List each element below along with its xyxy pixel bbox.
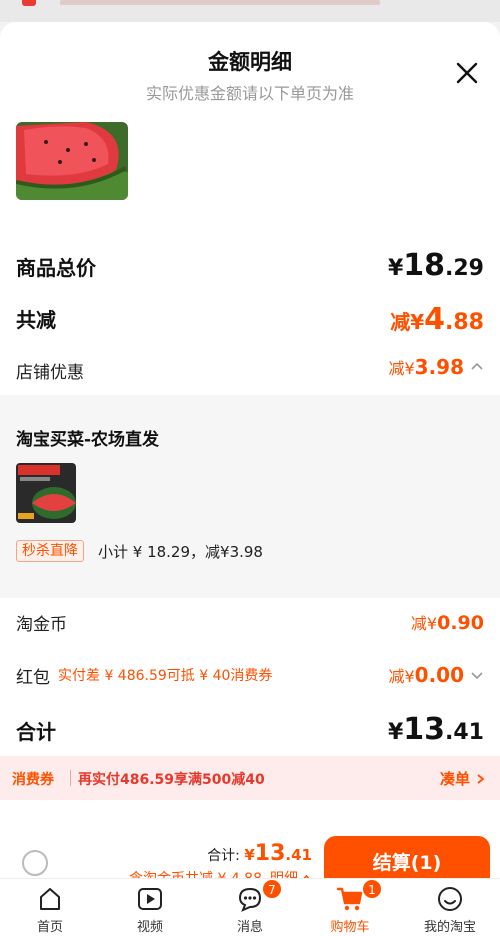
status-text-blur [60,0,380,5]
amount-decimal: .41 [445,720,484,745]
reduction-prefix: 减¥ [390,310,425,334]
profile-icon [438,887,462,911]
amount-integer: 3 [414,355,429,379]
currency-symbol: ¥ [387,720,404,745]
checkout-total-amount: ¥13.41 [244,841,312,866]
voucher-text: 再实付486.59享满500减40 [78,772,265,788]
total-reduction-label: 共减 [16,308,56,332]
currency-symbol: ¥ [387,256,404,281]
tab-home-label: 首页 [36,920,63,935]
voucher-divider [70,770,71,786]
tab-messages[interactable]: 7 消息 [200,879,300,936]
tab-my-taobao[interactable]: 我的淘宝 [400,879,500,936]
amount-decimal: .90 [450,612,484,634]
checkout-bar: 合计: ¥13.41 含淘金币共减 ¥ 4.88 明细 结算(1) [0,808,500,878]
red-packet-hint: 实付差 ¥ 486.59可抵 ¥ 40消费券 [58,668,273,684]
tab-video[interactable]: 视频 [100,879,200,936]
sum-label: 合计 [16,720,56,744]
amount-decimal: .98 [428,355,464,379]
cart-badge: 1 [362,879,382,899]
voucher-label: 消费券 [12,772,54,788]
cart-icon [336,887,363,911]
detail-toggle[interactable]: 明细 [270,868,312,878]
amount-integer: 13 [403,712,446,747]
taojinbi-row: 淘金币 减¥0.90 [16,610,484,638]
amount-integer: 0 [414,663,429,687]
reduction-prefix: 减¥ [410,614,438,633]
total-reduction-value: 减¥4.88 [390,302,484,337]
tab-messages-label: 消息 [236,920,263,935]
checkout-detail-text: 含淘金币共减 ¥ 4.88 [129,868,262,878]
goods-total-label: 商品总价 [16,256,96,280]
shop-detail-panel: 淘宝买菜-农场直发 秒杀直降 小计 ¥ 18.29，减¥3.98 [0,395,500,598]
bottom-tab-bar: 首页 视频 7 消息 1 购物车 我的淘宝 [0,878,500,936]
reduction-prefix: 减¥ [388,359,415,378]
amount-integer: 4 [424,302,446,337]
currency-symbol: ¥ [244,846,255,864]
close-icon[interactable] [454,60,480,86]
shop-discount-label: 店铺优惠 [16,363,84,383]
sheet-subtitle: 实际优惠金额请以下单页为准 [145,84,354,103]
checkout-total: 合计: ¥13.41 [207,841,312,866]
status-indicator [22,0,36,6]
amount-integer: 13 [254,841,286,866]
shop-name: 淘宝买菜-农场直发 [16,430,160,450]
chevron-down-icon[interactable] [470,668,484,682]
amount-decimal: .29 [445,256,484,281]
checkout-button[interactable]: 结算(1) [324,836,490,878]
checkout-detail: 含淘金币共减 ¥ 4.88 明细 [129,868,312,878]
select-all-radio[interactable] [22,850,48,876]
taojinbi-value: 减¥0.90 [411,610,484,634]
home-icon [40,888,60,910]
goods-total-row: 商品总价 ¥18.29 [16,248,484,283]
chevron-up-icon[interactable] [470,360,484,374]
total-reduction-row: 共减 减¥4.88 [16,302,484,337]
amount-integer: 18 [403,248,446,283]
red-packet-label: 红包 [16,668,50,688]
checkout-total-label: 合计: [207,848,240,864]
messages-badge: 7 [262,879,282,899]
voucher-promo-bar[interactable]: 消费券 再实付486.59享满500减40 凑单 [0,756,500,800]
tab-home[interactable]: 首页 [0,879,100,936]
tab-video-label: 视频 [136,920,163,935]
sum-value: ¥13.41 [388,712,484,747]
video-icon [138,888,162,910]
message-icon [238,887,262,912]
shop-product-image[interactable] [16,463,76,523]
tab-cart-label: 购物车 [330,920,370,935]
status-strip [0,0,500,22]
sum-row: 合计 ¥13.41 [16,712,484,750]
sheet-title: 金额明细 [208,50,292,74]
amount-integer: 0 [437,612,451,634]
shop-subtotal: 小计 ¥ 18.29，减¥3.98 [98,543,263,561]
shop-discount-row[interactable]: 店铺优惠 减¥ 3.98 [16,355,484,385]
flash-sale-tag: 秒杀直降 [16,540,84,562]
tab-my-taobao-label: 我的淘宝 [423,920,476,935]
reduction-prefix: 减¥ [388,667,415,686]
goods-total-value: ¥18.29 [388,248,484,283]
sheet-header: 金额明细 实际优惠金额请以下单页为准 [0,22,500,122]
product-image-watermelon [16,122,128,200]
shop-discount-value[interactable]: 减¥ 3.98 [388,355,484,379]
amount-decimal: .41 [285,846,312,864]
taojinbi-label: 淘金币 [16,615,67,635]
chevron-right-icon [477,773,485,784]
red-packet-row[interactable]: 红包 实付差 ¥ 486.59可抵 ¥ 40消费券 减¥ 0.00 [16,663,484,691]
red-packet-value[interactable]: 减¥ 0.00 [388,663,484,687]
add-on-items-label: 凑单 [439,770,470,788]
add-on-items-link[interactable]: 凑单 [440,768,486,789]
amount-decimal: .00 [428,663,464,687]
tab-cart[interactable]: 1 购物车 [300,879,400,936]
detail-toggle-label: 明细 [270,868,298,878]
amount-decimal: .88 [445,310,484,335]
amount-detail-sheet: 金额明细 实际优惠金额请以下单页为准 商品总价 ¥18.29 共减 减¥4.88… [0,22,500,878]
